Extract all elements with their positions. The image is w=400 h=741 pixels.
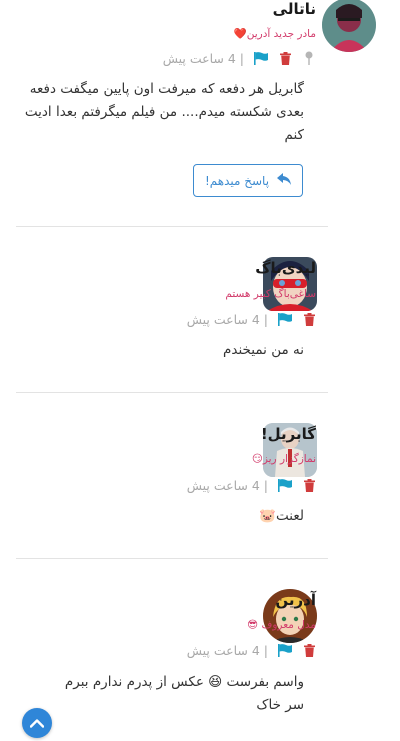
- comment-meta: | 4 ساعت پیش: [163, 49, 316, 67]
- flag-icon[interactable]: [278, 312, 292, 326]
- comment-time: | 4 ساعت پیش: [186, 311, 268, 327]
- comment-meta: | 4 ساعت پیش: [187, 476, 316, 494]
- pin-icon[interactable]: [302, 51, 316, 65]
- comment-text: واسم بفرست 😆 عکس از پدرم ندارم ببرم سر خ…: [64, 674, 304, 713]
- reply-button[interactable]: پاسخ میدهم!: [193, 164, 303, 197]
- flag-icon[interactable]: [278, 478, 292, 492]
- comment-text: گابریل هر دفعه که میرفت اون پایین میگفت …: [24, 81, 304, 143]
- comment-time: | 4 ساعت پیش: [162, 50, 244, 66]
- comments-page: ناتالی مادر جدید آدرین❤️ | 4 ساعت پیش گا…: [0, 0, 400, 741]
- flag-icon[interactable]: [278, 643, 292, 657]
- comment-time: | 4 ساعت پیش: [186, 642, 268, 658]
- author-name[interactable]: آدرین: [275, 591, 316, 609]
- author-name[interactable]: لیدی‌باگ: [255, 259, 316, 277]
- author-name[interactable]: ناتالی: [273, 0, 316, 18]
- divider: [16, 558, 328, 559]
- author-rank: مدل معروف 😎: [247, 619, 316, 631]
- trash-icon[interactable]: [278, 51, 292, 65]
- avatar[interactable]: [322, 0, 376, 52]
- author-rank: مادر جدید آدرین❤️: [233, 28, 316, 40]
- flag-icon[interactable]: [254, 51, 268, 65]
- trash-icon[interactable]: [302, 643, 316, 657]
- author-rank: ساغی‌باگ کبیر هستم: [225, 288, 316, 300]
- author-rank: نمازگزار ریز😏: [251, 453, 316, 465]
- comment-time: | 4 ساعت پیش: [186, 477, 268, 493]
- trash-icon[interactable]: [302, 478, 316, 492]
- trash-icon[interactable]: [302, 312, 316, 326]
- reply-arrow-icon: [277, 173, 292, 188]
- comment-meta: | 4 ساعت پیش: [187, 641, 316, 659]
- divider: [16, 226, 328, 227]
- comment-text: نه من نمیخندم: [223, 342, 304, 358]
- chevron-up-icon: [30, 718, 44, 728]
- scroll-top-button[interactable]: [22, 708, 52, 738]
- author-name[interactable]: گابریل!: [261, 425, 316, 443]
- reply-button-label: پاسخ میدهم!: [204, 173, 270, 188]
- divider: [16, 392, 328, 393]
- comment-text: لعنت🐷: [259, 508, 304, 524]
- comment-meta: | 4 ساعت پیش: [187, 310, 316, 328]
